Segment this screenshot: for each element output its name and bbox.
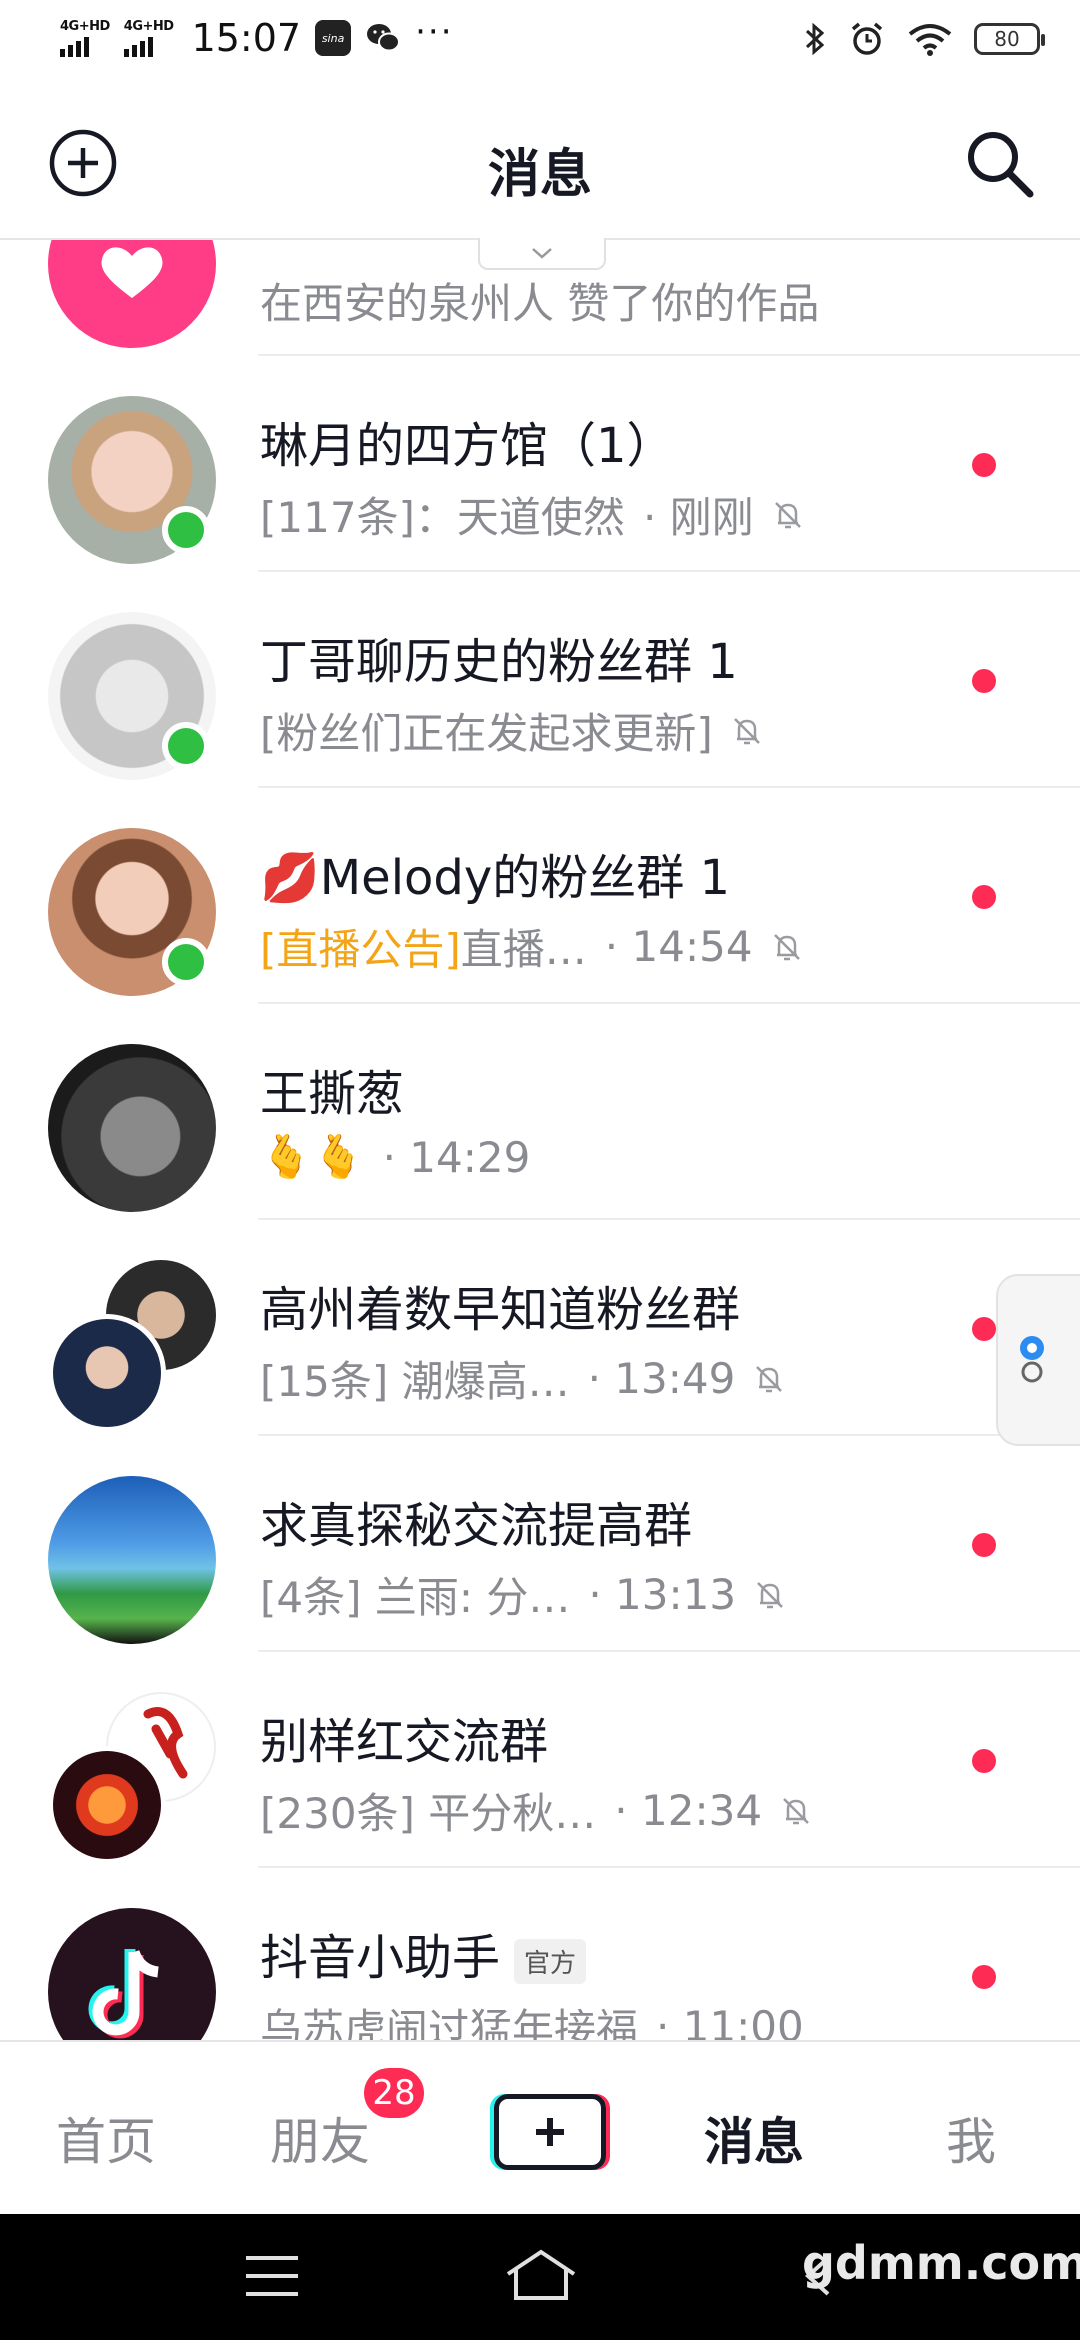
list-item[interactable]: 丁哥聊历史的粉丝群 1 [粉丝们正在发起求更新] (0, 572, 1080, 788)
system-navigation-bar: gdmm.com (0, 2214, 1080, 2340)
floating-side-widget[interactable] (996, 1274, 1080, 1446)
list-item-title: 抖音小助手 官方 (260, 1918, 587, 1988)
list-item[interactable]: 别样红交流群 [230条] 平分秋… · 12:34 (0, 1652, 1080, 1868)
list-item[interactable]: 💋Melody的粉丝群 1 [直播公告] 直播… · 14:54 (0, 788, 1080, 1004)
online-indicator (162, 722, 210, 770)
page-title: 消息 (487, 145, 592, 205)
muted-bell-icon (757, 1581, 783, 1608)
list-item-title: 丁哥聊历史的粉丝群 1 (260, 634, 738, 690)
unread-dot (972, 1965, 996, 1989)
list-item[interactable]: 抖音小助手 官方 乌苏虎闹过猛年接福 · 11:00 (0, 1868, 1080, 2040)
tab-me[interactable]: 我 (946, 2102, 996, 2174)
chevron-down-icon (532, 248, 552, 259)
unread-dot (972, 453, 996, 477)
tab-messages[interactable]: 消息 (704, 2102, 804, 2174)
list-item-preview: 在西安的泉州人 赞了你的作品 (260, 279, 820, 328)
alarm-icon (851, 22, 883, 55)
create-button[interactable] (494, 2094, 606, 2170)
plus-icon (536, 2118, 564, 2146)
search-icon[interactable] (960, 124, 1040, 204)
battery-indicator: 80 (974, 23, 1045, 55)
list-item-title: 王撕葱 (260, 1066, 405, 1122)
list-item-preview: [4条] 兰雨: 分… · 13:13 (260, 1564, 788, 1625)
home-icon[interactable] (504, 2248, 578, 2302)
unread-dot (972, 669, 996, 693)
list-item-preview: 🫰🫰 · 14:29 (260, 1132, 531, 1182)
list-item[interactable]: 求真探秘交流提高群 [4条] 兰雨: 分… · 13:13 (0, 1436, 1080, 1652)
list-item-preview: 乌苏虎闹过猛年接福 · 11:00 (260, 2002, 804, 2040)
unread-dot (972, 1749, 996, 1773)
assistant-icon (1020, 1336, 1044, 1383)
list-item-preview: [230条] 平分秋… · 12:34 (260, 1780, 814, 1841)
list-item-title: 琳月的四方馆（1） (260, 418, 675, 474)
list-item-preview: [117条]：天道使然 · 刚刚 (260, 484, 806, 545)
list-item-preview: [粉丝们正在发起求更新] (260, 700, 765, 761)
list-item-preview: [直播公告] 直播… · 14:54 (260, 916, 805, 977)
group-avatar (48, 1692, 216, 1864)
muted-bell-icon (756, 1365, 783, 1392)
list-item-title: 高州着数早知道粉丝群 (260, 1282, 741, 1338)
status-bar-right: 80 (804, 20, 1045, 58)
muted-bell-icon (733, 717, 760, 744)
avatar (48, 240, 216, 348)
pull-down-handle[interactable] (478, 238, 606, 270)
tab-home[interactable]: 首页 (56, 2102, 156, 2174)
list-item[interactable]: 王撕葱 🫰🫰 · 14:29 (0, 1004, 1080, 1220)
list-item[interactable]: 高州着数早知道粉丝群 [15条] 潮爆高… · 13:49 (0, 1220, 1080, 1436)
status-bar-left: 4G+HD 4G+HD 15:07 sina ··· (60, 12, 454, 60)
official-badge: 官方 (514, 1938, 587, 1984)
wifi-icon (908, 24, 952, 56)
message-list[interactable]: 在西安的泉州人 赞了你的作品 琳月的四方馆（1） [117条]：天道使然 · 刚… (0, 240, 1080, 2040)
list-item-title: 别样红交流群 (260, 1714, 549, 1770)
douyin-logo-icon (88, 1949, 159, 2039)
cellular-signal-1: 4G+HD (60, 20, 110, 57)
status-bar: 4G+HD 4G+HD 15:07 sina ··· 80 (0, 0, 1080, 86)
status-time: 15:07 (191, 16, 302, 60)
wechat-icon (367, 24, 401, 52)
muted-bell-icon (774, 501, 801, 528)
list-item-preview: [15条] 潮爆高… · 13:49 (260, 1348, 787, 1409)
online-indicator (162, 938, 210, 986)
muted-bell-icon (773, 933, 800, 960)
unread-dot (972, 1317, 996, 1341)
list-item-title: 求真探秘交流提高群 (260, 1498, 693, 1554)
unread-dot (972, 1533, 996, 1557)
status-more: ··· (415, 12, 454, 52)
unread-dot (972, 885, 996, 909)
friends-count-badge: 28 (364, 2068, 424, 2118)
list-item-title: 💋Melody的粉丝群 1 (260, 850, 731, 906)
avatar (48, 1908, 216, 2040)
list-item[interactable]: 琳月的四方馆（1） [117条]：天道使然 · 刚刚 (0, 356, 1080, 572)
lips-icon: 💋 (260, 850, 320, 906)
avatar (48, 1044, 216, 1212)
muted-bell-icon (783, 1797, 809, 1824)
group-avatar (48, 1260, 216, 1432)
menu-icon[interactable] (244, 2254, 300, 2298)
watermark: gdmm.com (802, 2236, 1080, 2290)
bottom-navigation: 首页 朋友 28 消息 我 (0, 2040, 1080, 2214)
avatar (48, 1476, 216, 1644)
tab-friends[interactable]: 朋友 (270, 2102, 370, 2174)
cellular-signal-2: 4G+HD (123, 20, 174, 57)
bluetooth-icon (805, 22, 825, 56)
sina-app-icon: sina (315, 20, 352, 56)
top-header: 消息 (0, 86, 1080, 240)
online-indicator (162, 506, 210, 554)
